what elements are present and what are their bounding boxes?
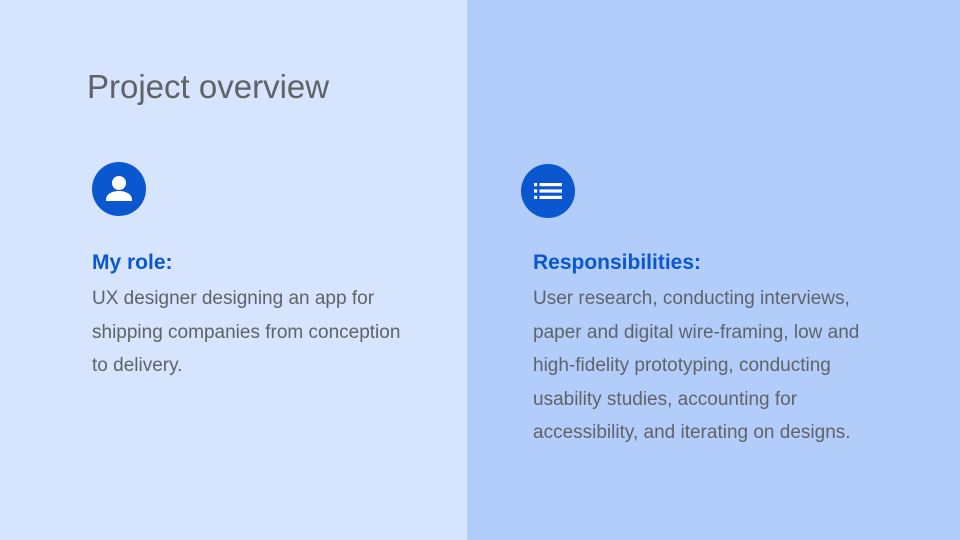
role-description-line: shipping companies from conception (92, 321, 401, 343)
responsibilities-heading: Responsibilities: (533, 251, 702, 274)
slide: Project overview My role: UX designer de… (0, 0, 960, 540)
list-icon (521, 164, 575, 218)
person-icon (92, 162, 146, 216)
role-description-line: UX designer designing an app for (92, 288, 375, 309)
role-description-line: to delivery. (92, 355, 183, 376)
responsibilities-line: accessibility, and iterating on designs. (533, 422, 851, 443)
role-description: UX designer designing an app for shippin… (92, 282, 432, 383)
responsibilities-description: User research, conducting interviews, pa… (533, 282, 893, 450)
role-heading: My role: (92, 251, 173, 274)
responsibilities-line: high-fidelity prototyping, conducting (533, 355, 831, 376)
responsibilities-line: User research, conducting interviews, (533, 288, 850, 309)
page-title: Project overview (87, 68, 330, 105)
responsibilities-line: usability studies, accounting for (533, 388, 798, 410)
responsibilities-line: paper and digital wire-framing, low and (533, 321, 860, 343)
